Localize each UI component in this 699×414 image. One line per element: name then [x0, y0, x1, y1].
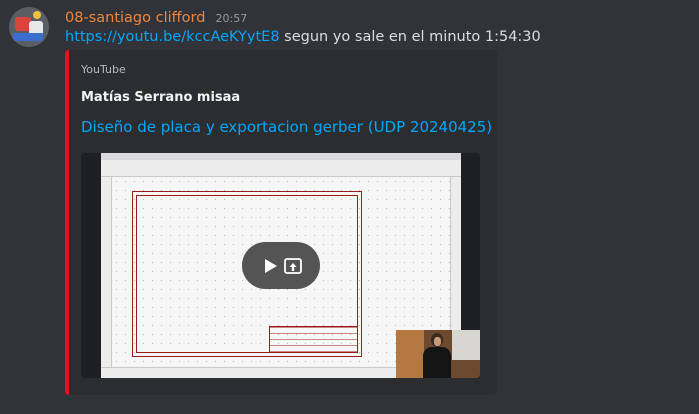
avatar-shape	[13, 33, 43, 41]
message-link[interactable]: https://youtu.be/kccAeKYytE8	[65, 29, 280, 45]
webcam-background	[396, 330, 424, 378]
thumbnail-left-toolbar	[101, 177, 112, 367]
avatar-shape	[33, 11, 41, 19]
avatar[interactable]	[9, 7, 49, 47]
play-icon[interactable]	[260, 256, 280, 276]
presenter-figure	[434, 337, 441, 346]
embed-provider: YouTube	[81, 63, 126, 76]
embed-title[interactable]: Diseño de placa y exportacion gerber (UD…	[81, 118, 492, 136]
thumbnail-menubar	[101, 153, 461, 160]
webcam-background	[452, 330, 480, 360]
username[interactable]: 08-santiago clifford	[65, 10, 205, 26]
message-header: 08-santiago clifford 20:57	[65, 7, 247, 26]
presenter-webcam	[396, 330, 480, 378]
video-thumbnail[interactable]	[81, 153, 480, 378]
timestamp[interactable]: 20:57	[216, 12, 248, 25]
thumbnail-toolbar	[101, 166, 461, 177]
schematic-title-block	[269, 326, 358, 353]
presenter-figure	[423, 347, 451, 378]
message-content: https://youtu.be/kccAeKYytE8 segun yo sa…	[65, 29, 541, 45]
embed-author: Matías Serrano misaa	[81, 90, 241, 105]
video-controls-overlay	[242, 242, 320, 289]
message-text: segun yo sale en el minuto 1:54:30	[279, 29, 541, 45]
link-embed: YouTube Matías Serrano misaa Diseño de p…	[65, 50, 497, 395]
open-external-icon[interactable]	[283, 256, 303, 276]
